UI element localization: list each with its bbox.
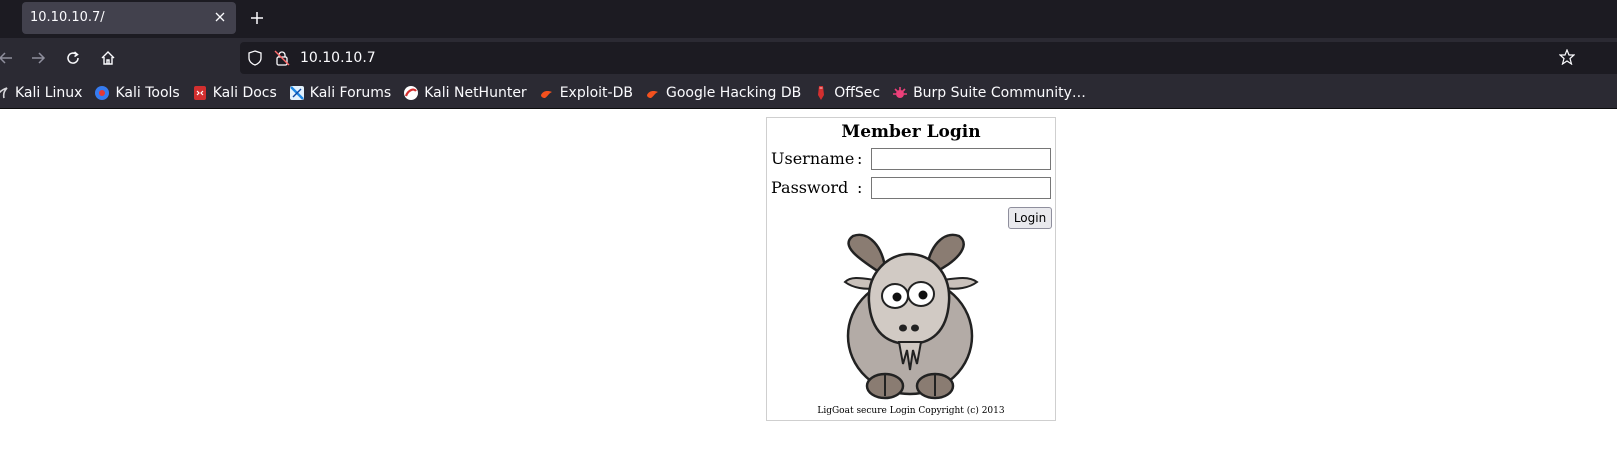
bookmark-kali-tools[interactable]: Kali Tools (94, 81, 180, 105)
bookmark-kali-linux[interactable]: Kali Linux (0, 81, 82, 105)
bookmark-kali-nethunter[interactable]: Kali NetHunter (403, 81, 527, 105)
bookmark-google-hacking-db[interactable]: Google Hacking DB (645, 81, 801, 105)
bookmark-label: Google Hacking DB (665, 85, 802, 101)
password-input[interactable] (871, 177, 1051, 199)
tab-strip: 10.10.10.7/ (0, 0, 1617, 38)
bookmark-label: Kali Docs (212, 85, 277, 101)
login-form: Member Login Username : Password : Login… (766, 117, 1056, 421)
bookmark-label: Kali Forums (309, 85, 392, 101)
bookmark-label: Burp Suite Community… (913, 85, 1086, 101)
password-label: Password (771, 178, 849, 197)
bookmark-label: Kali NetHunter (424, 85, 527, 101)
new-tab-button[interactable] (246, 7, 268, 29)
browser-tab[interactable]: 10.10.10.7/ (22, 2, 236, 34)
back-arrow-icon[interactable] (0, 48, 16, 68)
bookmark-label: Exploit-DB (559, 85, 633, 101)
bookmark-offsec[interactable]: OffSec (813, 81, 880, 105)
login-button[interactable]: Login (1008, 207, 1052, 229)
shield-icon[interactable] (247, 50, 263, 66)
home-icon[interactable] (98, 48, 118, 68)
bookmarks-toolbar: Kali Linux Kali Tools Kali Docs Kali For… (0, 78, 1617, 109)
reload-icon[interactable] (63, 48, 83, 68)
nethunter-icon (403, 85, 419, 101)
bookmark-label: Kali Tools (115, 85, 180, 101)
kali-tools-icon (94, 85, 110, 101)
navigation-bar: 10.10.10.7 (0, 38, 1617, 78)
bookmark-kali-docs[interactable]: Kali Docs (192, 81, 277, 105)
exploit-db-icon (539, 85, 555, 101)
username-label: Username (771, 149, 855, 168)
kali-dragon-icon (0, 85, 10, 101)
kali-docs-icon (192, 85, 208, 101)
url-bar[interactable]: 10.10.10.7 (240, 42, 1617, 74)
offsec-icon (813, 85, 829, 101)
bookmark-exploit-db[interactable]: Exploit-DB (539, 81, 633, 105)
burp-icon (892, 85, 908, 101)
username-input[interactable] (871, 148, 1051, 170)
kali-forums-icon (289, 85, 305, 101)
password-colon: : (857, 178, 863, 197)
login-title: Member Login (841, 122, 981, 142)
forward-arrow-icon[interactable] (28, 48, 48, 68)
ghdb-icon (645, 85, 661, 101)
bookmark-label: Kali Linux (15, 85, 83, 101)
bookmark-burp-suite[interactable]: Burp Suite Community… (892, 81, 1086, 105)
url-text: 10.10.10.7 (300, 50, 376, 66)
bookmark-kali-forums[interactable]: Kali Forums (289, 81, 391, 105)
copyright-footer: LigGoat secure Login Copyright (c) 2013 (817, 406, 1005, 416)
bookmark-star-icon[interactable] (1558, 48, 1576, 66)
insecure-lock-icon[interactable] (274, 50, 290, 66)
username-colon: : (857, 149, 863, 168)
tab-title: 10.10.10.7/ (30, 10, 105, 25)
close-icon[interactable] (212, 9, 228, 25)
bookmark-label: OffSec (834, 85, 881, 101)
goat-mascot-image (843, 233, 979, 400)
